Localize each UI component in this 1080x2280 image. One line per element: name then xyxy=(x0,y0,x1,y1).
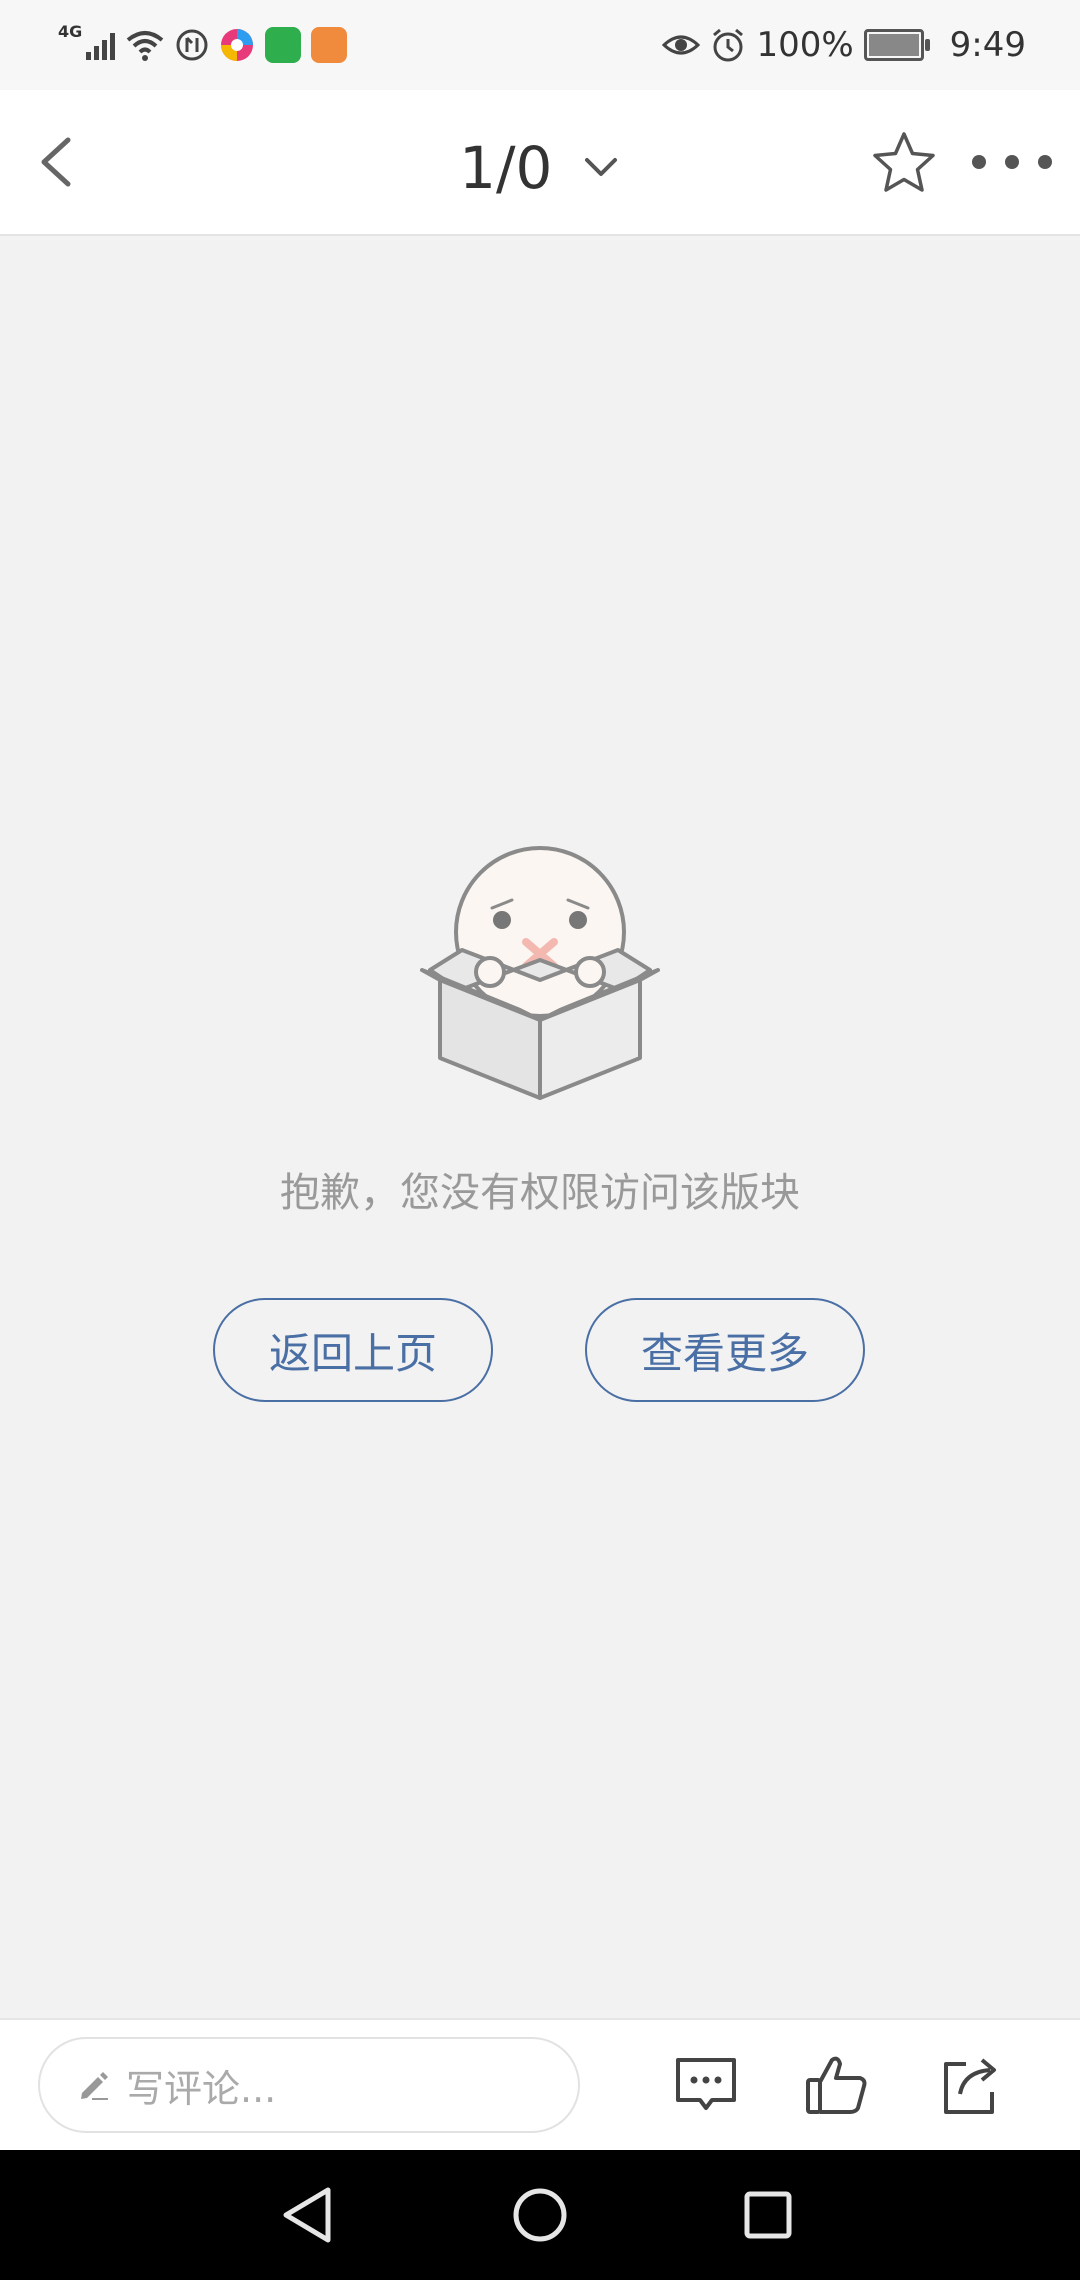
app-notification-icon xyxy=(221,29,254,61)
top-nav-bar: 1/0 xyxy=(0,90,1080,236)
more-dot-icon xyxy=(972,155,986,169)
eye-comfort-icon xyxy=(662,35,701,55)
system-home-button[interactable] xyxy=(505,2180,575,2250)
comment-bar: 写评论... xyxy=(0,2018,1080,2152)
data-saver-icon xyxy=(176,29,208,61)
favorite-button[interactable] xyxy=(868,128,940,200)
star-icon xyxy=(873,132,935,192)
status-right: 100% 9:49 xyxy=(662,20,1026,70)
message-app-icon xyxy=(265,27,302,63)
triangle-back-icon xyxy=(283,2187,331,2243)
like-button[interactable] xyxy=(804,2052,872,2120)
battery-icon xyxy=(863,29,930,61)
chevron-down-icon xyxy=(584,157,617,176)
view-more-button[interactable]: 查看更多 xyxy=(585,1298,865,1402)
go-back-button[interactable]: 返回上页 xyxy=(213,1298,493,1402)
comment-placeholder: 写评论... xyxy=(126,2066,277,2111)
signal-icon xyxy=(86,30,116,60)
page-counter: 1/0 xyxy=(459,133,553,202)
status-bar: 4G 100% 9:49 xyxy=(0,0,1080,90)
pencil-icon xyxy=(81,2072,108,2100)
system-back-button[interactable] xyxy=(272,2180,342,2250)
more-options-button[interactable] xyxy=(972,138,1052,186)
thumbs-up-icon xyxy=(806,2056,867,2114)
comments-button[interactable] xyxy=(672,2052,740,2120)
status-left: 4G xyxy=(58,20,348,70)
square-recents-icon xyxy=(744,2191,792,2239)
no-permission-illustration xyxy=(420,846,660,1100)
more-dot-icon xyxy=(1038,155,1052,169)
no-permission-message: 抱歉，您没有权限访问该版块 xyxy=(280,1170,800,1216)
page: 4G 100% 9:49 1/0 抱歉，您没有权限访问该版块 返回上页 查看更多… xyxy=(0,0,1080,2280)
battery-percent: 100% xyxy=(756,25,854,65)
chat-bubble-icon xyxy=(676,2058,736,2110)
clock: 9:49 xyxy=(949,25,1026,65)
system-nav-bar xyxy=(0,2150,1080,2280)
network-type-label: 4G xyxy=(58,21,83,41)
share-button[interactable] xyxy=(936,2052,1004,2120)
wifi-icon xyxy=(126,31,164,61)
share-icon xyxy=(944,2058,996,2114)
alarm-icon xyxy=(713,28,744,62)
circle-home-icon xyxy=(513,2188,567,2242)
more-dot-icon xyxy=(1005,155,1019,169)
health-app-icon xyxy=(311,27,348,63)
system-recents-button[interactable] xyxy=(733,2180,803,2250)
comment-input[interactable]: 写评论... xyxy=(38,2037,580,2133)
